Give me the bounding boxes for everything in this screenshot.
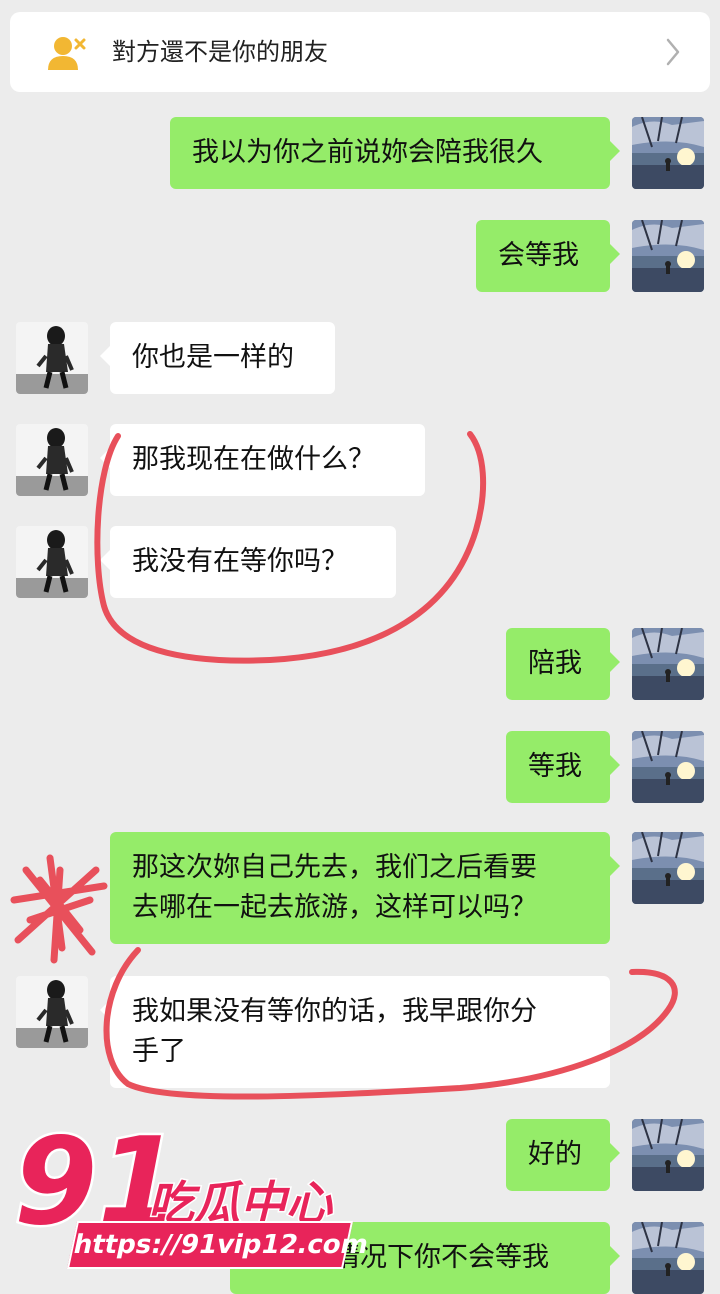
message-bubble-received[interactable]: 你也是一样的 bbox=[100, 322, 335, 394]
watermark-url: https://91vip12.com bbox=[66, 1221, 371, 1269]
my-avatar[interactable] bbox=[632, 628, 704, 700]
contact-avatar[interactable] bbox=[16, 322, 88, 394]
contact-avatar[interactable] bbox=[16, 424, 88, 496]
message-bubble-sent[interactable]: 那这次妳自己先去，我们之后看要 去哪在一起去旅游，这样可以吗？ bbox=[110, 832, 620, 944]
my-avatar[interactable] bbox=[632, 832, 704, 904]
banner-text: 對方還不是你的朋友 bbox=[112, 38, 328, 66]
my-avatar[interactable] bbox=[632, 1222, 704, 1294]
message-bubble-sent[interactable]: 会等我 bbox=[476, 220, 620, 292]
message-bubble-sent[interactable]: 好的 bbox=[506, 1119, 620, 1191]
not-friend-banner[interactable]: 對方還不是你的朋友 bbox=[10, 12, 710, 92]
my-avatar[interactable] bbox=[632, 731, 704, 803]
message-bubble-received[interactable]: 那我现在在做什么？ bbox=[100, 424, 425, 496]
my-avatar[interactable] bbox=[632, 220, 704, 292]
message-bubble-sent[interactable]: 我以为你之前说妳会陪我很久 bbox=[170, 117, 620, 189]
contact-avatar[interactable] bbox=[16, 976, 88, 1048]
message-bubble-sent[interactable]: 陪我 bbox=[506, 628, 620, 700]
annotation-overlay bbox=[10, 431, 678, 1100]
user-remove-icon bbox=[48, 37, 86, 70]
chevron-right-icon[interactable] bbox=[664, 34, 684, 70]
my-avatar[interactable] bbox=[632, 1119, 704, 1191]
contact-avatar[interactable] bbox=[16, 526, 88, 598]
message-bubble-received[interactable]: 我如果没有等你的话，我早跟你分 手了 bbox=[100, 976, 610, 1088]
watermark: 91 吃瓜中心 https://91vip12.com bbox=[0, 1115, 371, 1280]
my-avatar[interactable] bbox=[632, 117, 704, 189]
message-bubble-sent[interactable]: 等我 bbox=[506, 731, 620, 803]
message-bubble-received[interactable]: 我没有在等你吗？ bbox=[100, 526, 396, 598]
annotation-star-scribble bbox=[10, 854, 108, 964]
